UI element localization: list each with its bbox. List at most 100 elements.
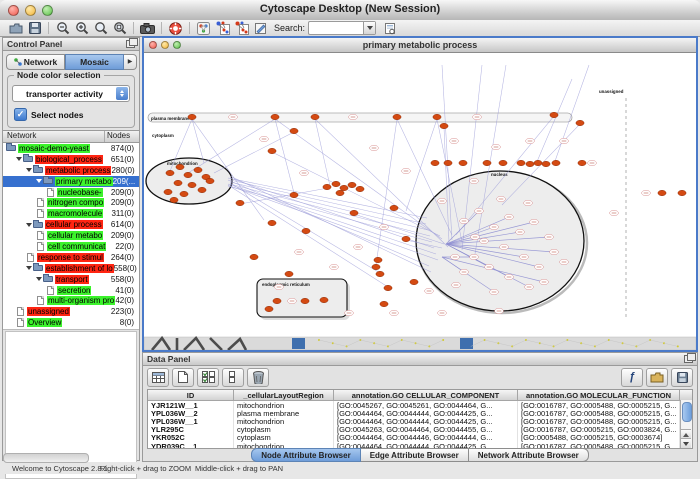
network-file-icon — [37, 242, 44, 251]
folder-icon — [23, 156, 33, 162]
tree-item-macromolecule[interactable]: macromolecule311(0) — [3, 208, 139, 219]
tree-item-cellular-process[interactable]: cellular process614(0) — [3, 219, 139, 230]
dropdown-stepper — [116, 87, 128, 100]
column-header-cellularlayoutregion[interactable]: _cellularLayoutRegion — [234, 390, 334, 400]
tree-item-label: metabolic process — [45, 166, 111, 175]
tree-item-primary-metabo[interactable]: primary metabo209(... — [3, 176, 139, 187]
tree-item-cell-communicat[interactable]: cell communicat22(0) — [3, 241, 139, 252]
nodes-column-header[interactable]: Nodes — [105, 131, 139, 142]
scroll-down-button[interactable] — [681, 438, 691, 448]
expand-arrow-icon[interactable] — [26, 266, 32, 270]
formula-icon: ƒ — [629, 371, 635, 383]
expand-arrow-icon[interactable] — [16, 157, 22, 161]
zoom-out-button[interactable] — [53, 21, 72, 36]
snapshot-icon — [140, 23, 155, 34]
network-canvas[interactable]: plasma membrane cytoplasm mitochondrion … — [144, 53, 696, 350]
tree-item-node-count: 22(0) — [115, 242, 139, 251]
zoom-fit-button[interactable] — [110, 21, 129, 36]
snapshot-button[interactable] — [138, 21, 157, 36]
tab-mosaic[interactable]: Mosaic — [65, 54, 124, 70]
help-icon — [169, 22, 182, 35]
unified-list-button[interactable] — [222, 368, 244, 387]
tree-item-label: unassigned — [27, 307, 70, 316]
import-network-icon — [216, 21, 230, 35]
attribute-table[interactable]: ID_cellularLayoutRegionannotation.GO CEL… — [147, 389, 693, 449]
tree-item-biological-process[interactable]: biological_process651(0) — [3, 154, 139, 165]
attribute-select-button[interactable] — [147, 368, 169, 387]
vizmapper-icon — [197, 22, 210, 35]
endoplasmic-reticulum-label: endoplasmic reticulum — [262, 282, 310, 287]
configure-search-button[interactable] — [380, 21, 399, 36]
scrollbar-thumb[interactable] — [682, 402, 692, 422]
network-file-icon — [17, 307, 24, 316]
tree-item-node-count: 209(... — [113, 177, 139, 186]
chevron-down-icon — [367, 26, 373, 30]
tree-item-nucleobase[interactable]: nucleobase-209(0) — [3, 187, 139, 198]
tree-item-label: cellular metabo — [47, 231, 103, 240]
expand-arrow-icon[interactable] — [36, 179, 42, 183]
column-header-annotation-go-cellular-component[interactable]: annotation.GO CELLULAR_COMPONENT — [334, 390, 518, 400]
tree-item-node-count: 209(0) — [111, 198, 139, 207]
network-window-titlebar[interactable]: primary metabolic process — [144, 38, 696, 53]
column-header-id[interactable]: ID — [148, 390, 234, 400]
annotation-icon — [254, 22, 267, 35]
tree-item-unassigned[interactable]: unassigned223(0) — [3, 306, 139, 317]
new-attribute-button[interactable] — [172, 368, 194, 387]
tree-item-label: biological_process — [35, 155, 103, 164]
select-nodes-checkbox[interactable]: ✓ — [14, 108, 27, 121]
formula-button[interactable]: ƒ — [621, 368, 643, 387]
tree-item-establishment-of-lo[interactable]: establishment of lo558(0) — [3, 263, 139, 274]
control-panel-title: Control Panel — [7, 39, 62, 49]
float-panel-icon[interactable] — [684, 355, 693, 363]
tree-item-nitrogen-compo[interactable]: nitrogen compo 209(0) — [3, 197, 139, 208]
tab-node-attribute-browser[interactable]: Node Attribute Browser — [251, 448, 361, 462]
toolbar-separator — [161, 22, 162, 34]
tab-network[interactable]: Network — [6, 54, 65, 70]
import-table-button[interactable] — [646, 368, 668, 387]
expand-arrow-icon[interactable] — [36, 277, 42, 281]
trash-button[interactable] — [247, 368, 269, 387]
tab-network-attribute-browser[interactable]: Network Attribute Browser — [469, 448, 589, 462]
tab-overflow-button[interactable]: ▶ — [124, 54, 137, 70]
save-session-button[interactable] — [25, 21, 44, 36]
export-table-button[interactable] — [671, 368, 693, 387]
column-header-annotation-go-molecular-function[interactable]: annotation.GO MOLECULAR_FUNCTION — [518, 390, 680, 400]
unified-list-icon — [229, 371, 238, 383]
annotation-button[interactable] — [251, 21, 270, 36]
chevron-down-icon — [683, 442, 689, 446]
tree-item-overview[interactable]: Overview8(0) — [3, 317, 139, 328]
open-session-button[interactable] — [6, 21, 25, 36]
search-input[interactable] — [308, 21, 376, 35]
tree-item-response-to-stimul[interactable]: response to stimul264(0) — [3, 252, 139, 263]
tree-item-secretion[interactable]: secretion41(0) — [3, 285, 139, 296]
search-dropdown-button[interactable] — [363, 22, 375, 34]
vizmapper-button[interactable] — [194, 21, 213, 36]
tree-item-node-count: 8(0) — [120, 318, 139, 327]
configure-search-icon — [384, 22, 396, 35]
delete-attribute-button[interactable] — [197, 368, 219, 387]
table-scrollbar[interactable] — [680, 400, 692, 448]
tree-item-label: secretion — [57, 286, 91, 295]
attribute-select-icon — [152, 372, 165, 383]
tree-item-metabolic-process[interactable]: metabolic process280(0) — [3, 165, 139, 176]
help-button[interactable] — [166, 21, 185, 36]
zoom-selected-button[interactable] — [91, 21, 110, 36]
network-column-header[interactable]: Network — [3, 131, 105, 142]
zoom-in-button[interactable] — [72, 21, 91, 36]
expand-arrow-icon[interactable] — [26, 168, 32, 172]
expand-arrow-icon[interactable] — [26, 223, 32, 227]
color-attribute-dropdown[interactable]: transporter activity — [12, 85, 130, 102]
tree-item-mosaic-demo-yeast[interactable]: mosaic-demo-yeast874(0) — [3, 143, 139, 154]
main-toolbar: Search: — [0, 20, 700, 37]
tree-item-transport[interactable]: transport558(0) — [3, 274, 139, 285]
tree-item-label: multi-organism pro — [47, 296, 115, 305]
tree-item-node-count: 311(0) — [111, 209, 139, 218]
import-attributes-icon — [235, 21, 249, 35]
import-network-button[interactable] — [213, 21, 232, 36]
tree-item-multi-organism-pro[interactable]: multi-organism pro42(0) — [3, 295, 139, 306]
tab-edge-attribute-browser[interactable]: Edge Attribute Browser — [361, 448, 469, 462]
float-panel-icon[interactable] — [126, 40, 135, 48]
tree-item-cellular-metabo[interactable]: cellular metabo209(0) — [3, 230, 139, 241]
import-attributes-button[interactable] — [232, 21, 251, 36]
tree-item-label: nitrogen compo — [47, 198, 104, 207]
